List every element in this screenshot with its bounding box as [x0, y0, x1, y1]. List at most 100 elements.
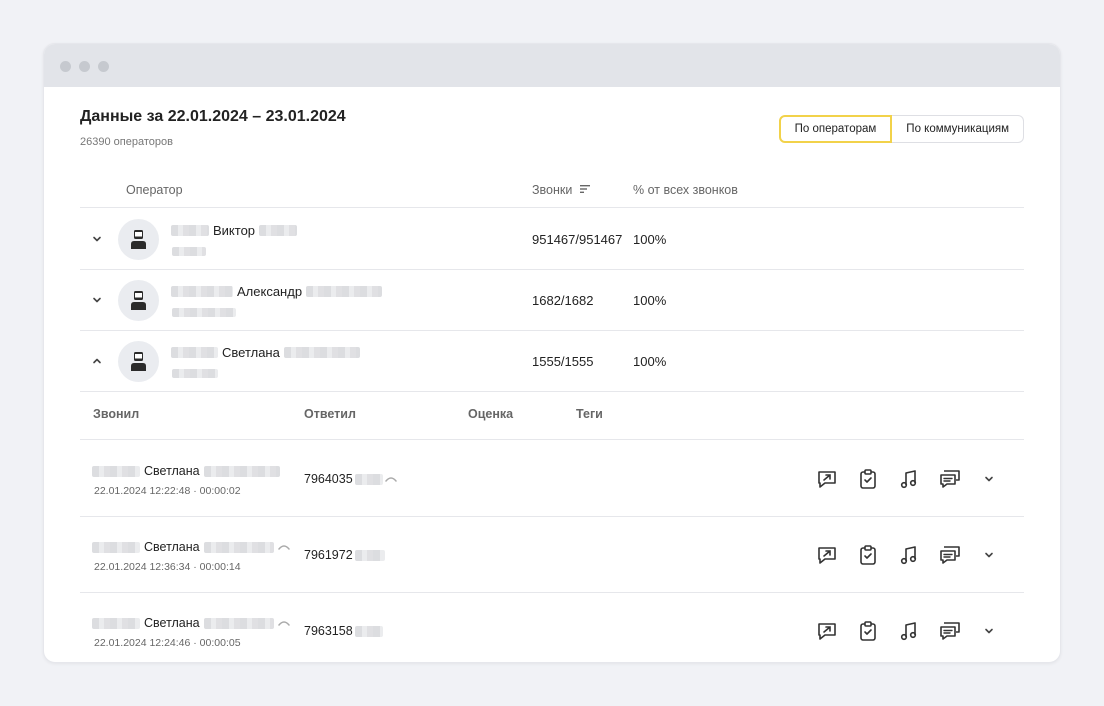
share-chat-icon[interactable] [815, 467, 839, 491]
operator-row[interactable]: Александр 1682/1682 100% [80, 270, 1024, 331]
redacted-text [171, 286, 233, 297]
redacted-text [92, 541, 140, 553]
redacted-text [259, 225, 298, 236]
share-chat-icon[interactable] [815, 619, 839, 643]
answered-number-text: 7961972 [304, 548, 353, 562]
percent-value: 100% [633, 293, 667, 308]
page-title: Данные за 22.01.2024 – 23.01.2024 [80, 108, 346, 125]
operator-row[interactable]: Виктор 951467/951467 100% [80, 209, 1024, 270]
operator-first-name: Светлана [222, 345, 280, 360]
calls-table-header: Звонил Ответил Оценка Теги [80, 391, 1024, 440]
chat-bubbles-icon[interactable] [938, 467, 962, 491]
answered-number-text: 7964035 [304, 472, 353, 486]
percent-value: 100% [633, 232, 667, 247]
redacted-text [203, 465, 280, 477]
avatar [118, 341, 159, 382]
redacted-text [171, 225, 209, 236]
redacted-text [171, 347, 218, 358]
call-datetime-duration: 22.01.2024 12:22:48 · 00:00:02 [94, 485, 241, 497]
call-datetime-duration: 22.01.2024 12:36:34 · 00:00:14 [94, 561, 241, 573]
caller-first-name: Светлана [144, 616, 200, 630]
caller-name: Светлана [92, 616, 290, 630]
clipboard-check-icon[interactable] [856, 619, 880, 643]
call-row[interactable]: Светлана 22.01.2024 12:36:34 · 00:00:14 … [80, 517, 1024, 593]
call-datetime-duration: 22.01.2024 12:24:46 · 00:00:05 [94, 637, 241, 649]
window-dot-minimize[interactable] [79, 61, 90, 72]
calls-value: 951467/951467 [532, 232, 623, 247]
clipboard-check-icon[interactable] [856, 543, 880, 567]
redacted-text [354, 549, 385, 561]
clipboard-check-icon[interactable] [856, 467, 880, 491]
operators-table-header: Оператор Звонки % от всех звонков [80, 174, 1024, 208]
chevron-down-icon[interactable] [983, 625, 995, 637]
answered-number-text: 7963158 [304, 624, 353, 638]
call-row[interactable]: Светлана 22.01.2024 12:22:48 · 00:00:02 … [80, 441, 1024, 517]
caller-first-name: Светлана [144, 464, 200, 478]
operator-name: Светлана [171, 345, 360, 360]
operator-first-name: Александр [237, 284, 303, 299]
view-switch: По операторам По коммуникациям [778, 115, 1024, 143]
redacted-text [203, 617, 274, 629]
redacted-text [354, 625, 383, 637]
column-percent: % от всех звонков [633, 183, 738, 197]
user-icon [131, 291, 146, 310]
column-operator: Оператор [126, 183, 183, 197]
sort-icon[interactable] [580, 184, 591, 194]
percent-value: 100% [633, 354, 667, 369]
window-dot-maximize[interactable] [98, 61, 109, 72]
avatar [118, 280, 159, 321]
music-note-icon[interactable] [897, 467, 921, 491]
app-window: Данные за 22.01.2024 – 23.01.2024 26390 … [43, 43, 1061, 663]
call-actions [815, 543, 962, 567]
redacted-text [283, 347, 360, 358]
share-chat-icon[interactable] [815, 543, 839, 567]
column-rating: Оценка [468, 407, 514, 421]
chevron-down-icon[interactable] [91, 233, 103, 245]
redacted-text [92, 465, 140, 477]
column-calls[interactable]: Звонки [532, 183, 572, 197]
column-caller: Звонил [93, 407, 140, 421]
by-communications-button[interactable]: По коммуникациям [892, 115, 1024, 143]
phone-handset-icon [277, 544, 290, 550]
redacted-text [306, 286, 383, 297]
operator-row-expanded[interactable]: Светлана 1555/1555 100% [80, 331, 1024, 392]
calls-value: 1555/1555 [532, 354, 594, 369]
chat-bubbles-icon[interactable] [938, 543, 962, 567]
caller-first-name: Светлана [144, 540, 200, 554]
operators-count: 26390 операторов [80, 136, 173, 148]
chevron-down-icon[interactable] [91, 294, 103, 306]
answered-number: 7964035 [304, 472, 397, 486]
chevron-up-icon[interactable] [91, 355, 103, 367]
avatar [118, 219, 159, 260]
caller-name: Светлана [92, 540, 290, 554]
calls-value: 1682/1682 [532, 293, 594, 308]
redacted-text [203, 541, 274, 553]
chat-bubbles-icon[interactable] [938, 619, 962, 643]
chevron-down-icon[interactable] [983, 473, 995, 485]
redacted-text [354, 473, 383, 485]
user-icon [131, 352, 146, 371]
operator-first-name: Виктор [213, 223, 256, 238]
caller-name: Светлана [92, 464, 280, 478]
redacted-text [172, 247, 206, 256]
call-row[interactable]: Светлана 22.01.2024 12:24:46 · 00:00:05 … [80, 593, 1024, 662]
chevron-down-icon[interactable] [983, 549, 995, 561]
divider [80, 391, 1024, 392]
user-icon [131, 230, 146, 249]
by-operators-button[interactable]: По операторам [778, 115, 893, 143]
music-note-icon[interactable] [897, 619, 921, 643]
window-dot-close[interactable] [60, 61, 71, 72]
operator-name: Виктор [171, 223, 298, 238]
window-titlebar [44, 44, 1060, 87]
music-note-icon[interactable] [897, 543, 921, 567]
column-tags: Теги [576, 407, 603, 421]
answered-number: 7963158 [304, 624, 383, 638]
call-actions [815, 619, 962, 643]
phone-handset-icon [384, 476, 397, 482]
column-answered: Ответил [304, 407, 356, 421]
answered-number: 7961972 [304, 548, 385, 562]
operator-name: Александр [171, 284, 383, 299]
redacted-text [172, 308, 236, 317]
phone-handset-icon [277, 620, 290, 626]
redacted-text [92, 617, 140, 629]
